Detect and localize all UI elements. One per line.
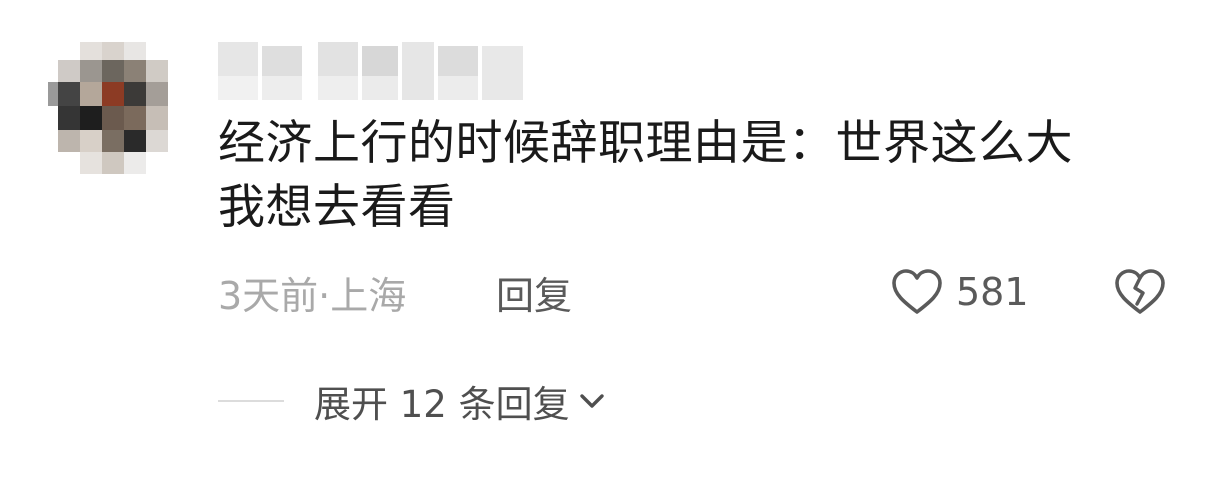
comment-text: 经济上行的时候辞职理由是：世界这么大 我想去看看: [218, 116, 1073, 235]
chevron-down-icon: [570, 386, 608, 416]
expand-replies-row: 展开 12 条回复: [218, 372, 608, 430]
comment-meta: 3天前·上海: [218, 273, 407, 318]
expand-replies-button[interactable]: 展开 12 条回复: [314, 374, 608, 428]
broken-heart-icon: [1112, 266, 1168, 318]
avatar[interactable]: [48, 42, 182, 182]
reply-button[interactable]: 回复: [496, 266, 572, 318]
like-count: 581: [956, 270, 1029, 314]
username-blurred[interactable]: [218, 42, 523, 100]
expand-replies-label: 展开 12 条回复: [314, 383, 570, 426]
like-button[interactable]: 581: [890, 264, 1029, 320]
dislike-button[interactable]: [1112, 266, 1168, 318]
heart-outline-icon: [890, 267, 944, 317]
divider-line: [218, 400, 284, 402]
